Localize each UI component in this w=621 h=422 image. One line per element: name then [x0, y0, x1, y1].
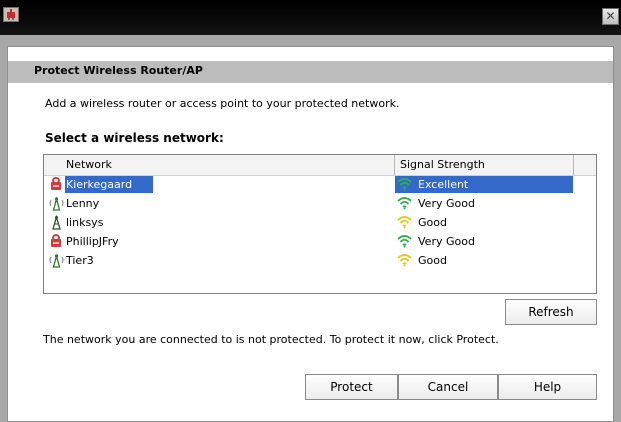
list-header: Network Signal Strength: [44, 155, 596, 176]
status-text: The network you are connected to is not …: [43, 333, 499, 346]
wifi-signal-icon: [397, 234, 412, 248]
signal-strength: Very Good: [418, 235, 475, 248]
network-name: Lenny: [66, 197, 100, 210]
column-header-signal[interactable]: Signal Strength: [395, 155, 574, 175]
select-network-label: Select a wireless network:: [45, 131, 224, 145]
signal-strength: Good: [418, 254, 447, 267]
cancel-button[interactable]: Cancel: [398, 374, 498, 400]
network-row[interactable]: Tier3 Good: [45, 251, 573, 270]
dialog-title: Protect Wireless Router/AP: [34, 64, 203, 77]
wifi-signal-icon: [397, 177, 412, 191]
network-list[interactable]: Network Signal Strength Kierkegaard Excel…: [43, 154, 597, 294]
intro-text: Add a wireless router or access point to…: [45, 97, 400, 110]
signal-strength: Very Good: [418, 197, 475, 210]
network-name: Kierkegaard: [66, 178, 133, 191]
column-header-network[interactable]: Network: [44, 155, 395, 175]
app-router-icon: [3, 7, 19, 22]
window-titlebar: ✕: [0, 0, 621, 35]
close-button[interactable]: ✕: [602, 8, 619, 25]
wifi-signal-icon: [397, 253, 412, 267]
access-point-icon: [49, 196, 64, 211]
wifi-signal-icon: [397, 215, 412, 229]
refresh-button[interactable]: Refresh: [505, 299, 597, 325]
network-name: linksys: [66, 216, 104, 229]
network-row[interactable]: linksys Good: [45, 213, 573, 232]
signal-strength: Excellent: [418, 178, 469, 191]
close-icon: ✕: [605, 9, 616, 23]
network-row[interactable]: PhillipJFry Very Good: [45, 232, 573, 251]
access-point-icon: [49, 253, 64, 268]
protect-button[interactable]: Protect: [305, 374, 398, 400]
network-row[interactable]: Kierkegaard Excellent: [45, 175, 573, 194]
network-name: Tier3: [66, 254, 94, 267]
network-name: PhillipJFry: [66, 235, 119, 248]
help-button[interactable]: Help: [498, 374, 597, 400]
router-protected-icon: [49, 177, 64, 192]
wifi-signal-icon: [397, 196, 412, 210]
tower-icon: [49, 214, 64, 230]
router-protected-icon: [49, 234, 64, 249]
signal-strength: Good: [418, 216, 447, 229]
network-row[interactable]: Lenny Very Good: [45, 194, 573, 213]
